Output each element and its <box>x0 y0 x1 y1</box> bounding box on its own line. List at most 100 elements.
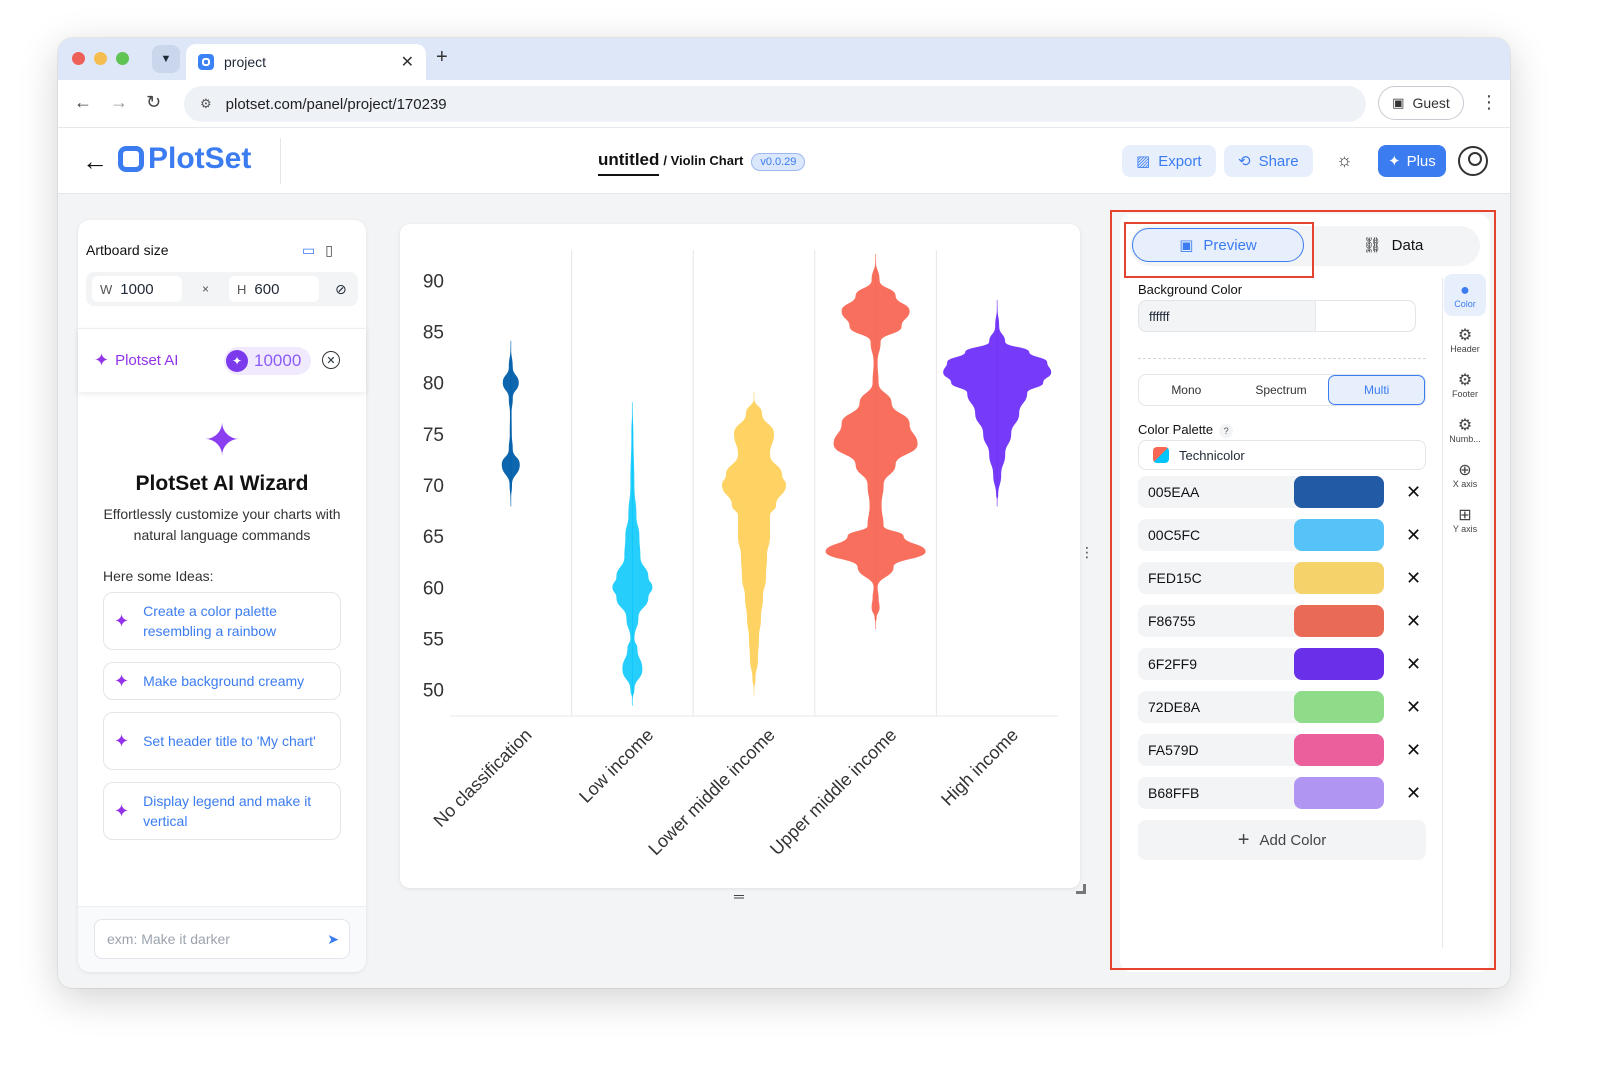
height-key: H <box>237 281 247 297</box>
width-key: W <box>100 281 113 297</box>
height-value: 600 <box>254 280 280 298</box>
back-arrow-icon[interactable]: ← <box>82 146 108 177</box>
maximize-window-icon[interactable] <box>116 52 129 65</box>
wizard-sparkles-icon: ✦ <box>203 416 241 465</box>
share-button[interactable]: ⟲ Share <box>1224 145 1313 177</box>
idea-item[interactable]: ✦ Set header title to 'My chart' <box>103 712 341 770</box>
wizard-description: Effortlessly customize your charts with … <box>103 506 341 543</box>
idea-sparkle-icon: ✦ <box>114 801 130 821</box>
export-icon: ▨ <box>1136 153 1151 170</box>
plus-label: Plus <box>1406 152 1436 170</box>
chart-artboard[interactable]: 50 55 60 65 70 75 80 85 90 No classification Low i… <box>400 224 1080 888</box>
idea-text: Display legend and make it vertical <box>143 793 312 829</box>
artboard-size-inputs: W 1000 × H 600 ⊘ <box>86 272 358 306</box>
browser-tab[interactable]: project ✕ <box>186 44 426 80</box>
user-avatar-icon[interactable] <box>1458 146 1488 176</box>
width-input[interactable]: W 1000 <box>92 276 182 302</box>
url-input[interactable]: ⚙ plotset.com/panel/project/170239 <box>184 86 1366 122</box>
y-tick-label: 70 <box>423 476 444 497</box>
y-tick-label: 60 <box>423 578 444 599</box>
document-title: untitled / Violin Chart v0.0.29 <box>598 150 806 176</box>
share-icon: ⟲ <box>1238 153 1251 170</box>
y-tick-label: 55 <box>423 629 444 650</box>
close-ai-icon[interactable]: ✕ <box>322 351 340 369</box>
new-tab-icon[interactable]: + <box>436 46 448 69</box>
browser-window: ▼ project ✕ + ← → ↻ ⚙ plotset.com/panel/… <box>58 38 1510 988</box>
tab-search-chevron-icon[interactable]: ▼ <box>152 45 180 73</box>
guest-profile-button[interactable]: ▣ Guest <box>1378 86 1464 120</box>
prompt-area: exm: Make it darker ➤ <box>78 906 366 972</box>
height-input[interactable]: H 600 <box>229 276 320 302</box>
address-bar-row: ← → ↻ ⚙ plotset.com/panel/project/170239… <box>58 80 1510 128</box>
close-window-icon[interactable] <box>72 52 85 65</box>
forward-icon[interactable]: → <box>110 92 128 113</box>
artboard-size-label: Artboard size <box>86 242 169 258</box>
plus-upgrade-button[interactable]: ✦ Plus <box>1378 145 1446 177</box>
plotset-ai-label: Plotset AI <box>115 352 179 369</box>
credits-value: 10000 <box>254 351 302 370</box>
profile-icon: ▣ <box>1392 95 1405 110</box>
theme-toggle-sun-icon[interactable]: ☼ <box>1336 150 1353 171</box>
export-button[interactable]: ▨ Export <box>1122 145 1216 177</box>
workspace: Artboard size ▭ ▯ W 1000 × H 600 ⊘ ✦ Plo <box>58 194 1510 988</box>
resize-height-handle[interactable]: ═ <box>734 888 744 904</box>
guest-label: Guest <box>1412 95 1450 111</box>
prompt-placeholder: exm: Make it darker <box>107 931 230 947</box>
sparkle-icon: ✦ <box>1388 153 1401 170</box>
highlight-frame-preview <box>1124 222 1314 278</box>
x-category-label: Low income <box>575 725 657 807</box>
times-sign: × <box>202 282 210 296</box>
idea-item[interactable]: ✦ Make background creamy <box>103 662 341 700</box>
plotset-favicon-icon <box>198 54 214 70</box>
send-icon[interactable]: ➤ <box>327 931 339 948</box>
idea-text: Set header title to 'My chart' <box>143 733 316 749</box>
site-settings-icon[interactable]: ⚙ <box>200 96 212 112</box>
idea-text: Make background creamy <box>143 673 305 689</box>
url-text: plotset.com/panel/project/170239 <box>225 95 447 113</box>
highlight-frame-panel <box>1110 210 1496 970</box>
idea-text: Create a color palette resembling a rain… <box>143 603 277 639</box>
version-badge: v0.0.29 <box>751 153 806 171</box>
close-tab-icon[interactable]: ✕ <box>401 52 414 72</box>
tab-title: project <box>224 54 267 70</box>
minimize-window-icon[interactable] <box>94 52 107 65</box>
idea-sparkle-icon: ✦ <box>114 611 130 631</box>
lock-ratio-icon[interactable]: ⊘ <box>335 281 347 298</box>
back-icon[interactable]: ← <box>74 92 92 113</box>
idea-sparkle-icon: ✦ <box>114 671 130 691</box>
mobile-icon[interactable]: ▯ <box>325 242 333 259</box>
ai-wizard: ✦ PlotSet AI Wizard Effortlessly customi… <box>78 416 366 546</box>
ai-credits-badge: ✦ 10000 <box>224 347 312 375</box>
artboard-device-toggle: ▭ ▯ <box>302 242 333 259</box>
x-category-label: Lower middle income <box>644 725 778 859</box>
plotset-ai-strip: ✦ Plotset AI ✦ 10000 ✕ <box>78 328 366 392</box>
plotset-logo-icon <box>118 146 144 172</box>
doc-name[interactable]: untitled <box>598 150 660 176</box>
idea-item[interactable]: ✦ Display legend and make it vertical <box>103 782 341 840</box>
ideas-label: Here some Ideas: <box>103 568 214 584</box>
x-category-label: Upper middle income <box>766 725 900 859</box>
export-label: Export <box>1158 152 1202 170</box>
browser-menu-icon[interactable]: ⋮ <box>1480 92 1498 113</box>
tab-bar: ▼ project ✕ + <box>58 38 1510 80</box>
share-label: Share <box>1258 152 1299 170</box>
resize-width-handle[interactable]: ⋮ <box>1080 544 1094 561</box>
x-category-label: No classification <box>430 725 536 831</box>
header-divider <box>280 138 281 184</box>
idea-item[interactable]: ✦ Create a color palette resembling a ra… <box>103 592 341 650</box>
logo-text: PlotSet <box>148 142 252 175</box>
y-tick-label: 75 <box>423 425 444 446</box>
reload-icon[interactable]: ↻ <box>146 92 161 113</box>
x-category-label: High income <box>937 725 1022 810</box>
violin-chart: 50 55 60 65 70 75 80 85 90 No classification Low i… <box>423 250 1058 859</box>
plotset-logo[interactable]: PlotSet <box>118 142 251 176</box>
y-tick-label: 90 <box>423 271 444 292</box>
chart-type-label: / Violin Chart <box>663 153 744 168</box>
credits-icon: ✦ <box>226 350 248 372</box>
left-panel: Artboard size ▭ ▯ W 1000 × H 600 ⊘ ✦ Plo <box>78 220 366 972</box>
y-tick-label: 85 <box>423 323 444 344</box>
desktop-icon[interactable]: ▭ <box>302 242 315 259</box>
y-tick-label: 50 <box>423 681 444 702</box>
ai-prompt-input[interactable]: exm: Make it darker ➤ <box>94 919 350 959</box>
resize-corner-handle[interactable] <box>1076 884 1086 894</box>
